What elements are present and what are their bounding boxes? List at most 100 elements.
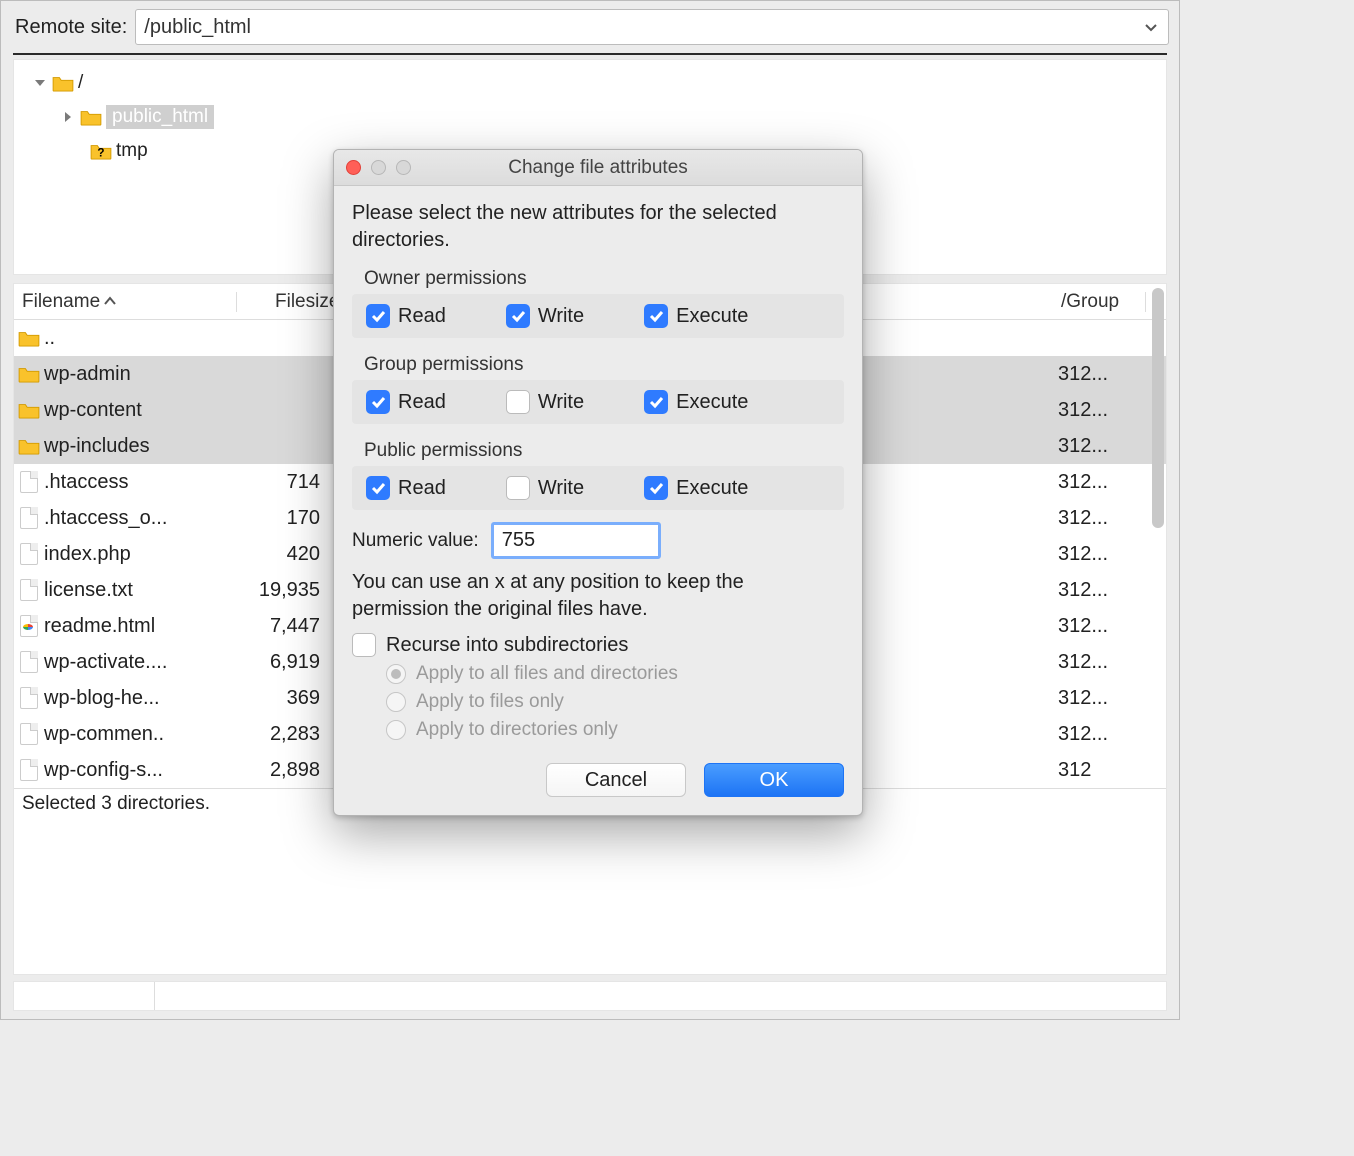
file-name: wp-includes <box>44 435 238 458</box>
file-size: 2,898 <box>238 759 328 782</box>
svg-text:?: ? <box>97 146 104 159</box>
file-group: 312... <box>1058 615 1148 638</box>
file-name: wp-content <box>44 399 238 422</box>
file-name: wp-admin <box>44 363 238 386</box>
remote-path-combobox[interactable]: /public_html <box>135 9 1169 45</box>
window-controls <box>346 160 411 175</box>
tree-node-label: tmp <box>116 140 148 162</box>
file-icon <box>14 507 44 529</box>
folder-icon <box>14 437 44 455</box>
group-write-checkbox[interactable]: Write <box>506 390 584 414</box>
public-write-checkbox[interactable]: Write <box>506 476 584 500</box>
file-name: wp-blog-he... <box>44 687 238 710</box>
folder-icon <box>14 365 44 383</box>
group-permissions-label: Group permissions <box>352 350 844 380</box>
owner-permissions-label: Owner permissions <box>352 264 844 294</box>
file-group: 312... <box>1058 579 1148 602</box>
sort-asc-icon <box>104 294 116 309</box>
owner-execute-checkbox[interactable]: Execute <box>644 304 748 328</box>
minimize-icon <box>371 160 386 175</box>
apply-dirs-radio: Apply to directories only <box>386 719 844 741</box>
column-separator[interactable] <box>1145 292 1146 312</box>
file-group: 312... <box>1058 471 1148 494</box>
numeric-hint: You can use an x at any position to keep… <box>352 569 844 623</box>
disclosure-right-icon[interactable] <box>60 109 76 125</box>
file-group: 312... <box>1058 363 1148 386</box>
file-name: .htaccess_o... <box>44 507 238 530</box>
tree-node-root[interactable]: / <box>20 66 1160 100</box>
html-file-icon <box>14 615 44 637</box>
file-group: 312 <box>1058 759 1148 782</box>
status-text: Selected 3 directories. <box>22 793 210 815</box>
dialog-titlebar[interactable]: Change file attributes <box>334 150 862 186</box>
file-group: 312... <box>1058 651 1148 674</box>
recurse-options: Apply to all files and directories Apply… <box>352 663 844 741</box>
disclosure-down-icon[interactable] <box>32 75 48 91</box>
numeric-value-label: Numeric value: <box>352 530 479 552</box>
tree-node-label: public_html <box>106 105 214 129</box>
cancel-button[interactable]: Cancel <box>546 763 686 797</box>
remote-site-row: Remote site: /public_html <box>1 1 1179 53</box>
owner-read-checkbox[interactable]: Read <box>366 304 446 328</box>
change-attributes-dialog: Change file attributes Please select the… <box>333 149 863 816</box>
apply-files-radio: Apply to files only <box>386 691 844 713</box>
tree-node-public-html[interactable]: public_html <box>20 100 1160 134</box>
file-icon <box>14 759 44 781</box>
public-permissions-label: Public permissions <box>352 436 844 466</box>
folder-icon <box>14 329 44 347</box>
owner-permissions-group: Read Write Execute <box>352 294 844 338</box>
dialog-instruction: Please select the new attributes for the… <box>352 200 844 254</box>
file-group: 312... <box>1058 435 1148 458</box>
file-icon <box>14 723 44 745</box>
numeric-value-input[interactable]: 755 <box>491 522 661 559</box>
column-header-group[interactable]: /Group <box>1053 291 1143 313</box>
divider <box>154 982 155 1010</box>
bottom-panel <box>13 981 1167 1011</box>
file-name: .htaccess <box>44 471 238 494</box>
recurse-checkbox[interactable]: Recurse into subdirectories <box>352 633 844 657</box>
file-name: license.txt <box>44 579 238 602</box>
folder-unknown-icon: ? <box>90 142 112 160</box>
owner-write-checkbox[interactable]: Write <box>506 304 584 328</box>
public-permissions-group: Read Write Execute <box>352 466 844 510</box>
remote-site-label: Remote site: <box>15 16 127 39</box>
file-name: .. <box>44 327 238 350</box>
public-execute-checkbox[interactable]: Execute <box>644 476 748 500</box>
file-name: index.php <box>44 543 238 566</box>
column-header-filename[interactable]: Filename <box>14 291 234 313</box>
ok-button[interactable]: OK <box>704 763 844 797</box>
group-permissions-group: Read Write Execute <box>352 380 844 424</box>
file-group: 312... <box>1058 507 1148 530</box>
vertical-scrollbar[interactable] <box>1152 288 1164 528</box>
folder-icon <box>52 74 74 92</box>
file-icon <box>14 651 44 673</box>
folder-icon <box>14 401 44 419</box>
remote-path-value: /public_html <box>144 16 1140 39</box>
chevron-down-icon[interactable] <box>1140 16 1162 38</box>
file-size: 420 <box>238 543 328 566</box>
file-icon <box>14 687 44 709</box>
file-size: 2,283 <box>238 723 328 746</box>
dialog-title: Change file attributes <box>334 157 862 179</box>
file-group: 312... <box>1058 723 1148 746</box>
file-size: 369 <box>238 687 328 710</box>
tree-node-label: / <box>78 72 83 94</box>
file-size: 170 <box>238 507 328 530</box>
group-read-checkbox[interactable]: Read <box>366 390 446 414</box>
file-icon <box>14 543 44 565</box>
apply-all-radio: Apply to all files and directories <box>386 663 844 685</box>
column-separator[interactable] <box>236 292 237 312</box>
group-execute-checkbox[interactable]: Execute <box>644 390 748 414</box>
file-group: 312... <box>1058 399 1148 422</box>
file-name: wp-commen.. <box>44 723 238 746</box>
file-group: 312... <box>1058 687 1148 710</box>
file-size: 6,919 <box>238 651 328 674</box>
file-icon <box>14 579 44 601</box>
app-window: Remote site: /public_html / public_html <box>0 0 1180 1020</box>
file-size: 7,447 <box>238 615 328 638</box>
zoom-icon <box>396 160 411 175</box>
file-icon <box>14 471 44 493</box>
public-read-checkbox[interactable]: Read <box>366 476 446 500</box>
close-icon[interactable] <box>346 160 361 175</box>
file-size: 19,935 <box>238 579 328 602</box>
